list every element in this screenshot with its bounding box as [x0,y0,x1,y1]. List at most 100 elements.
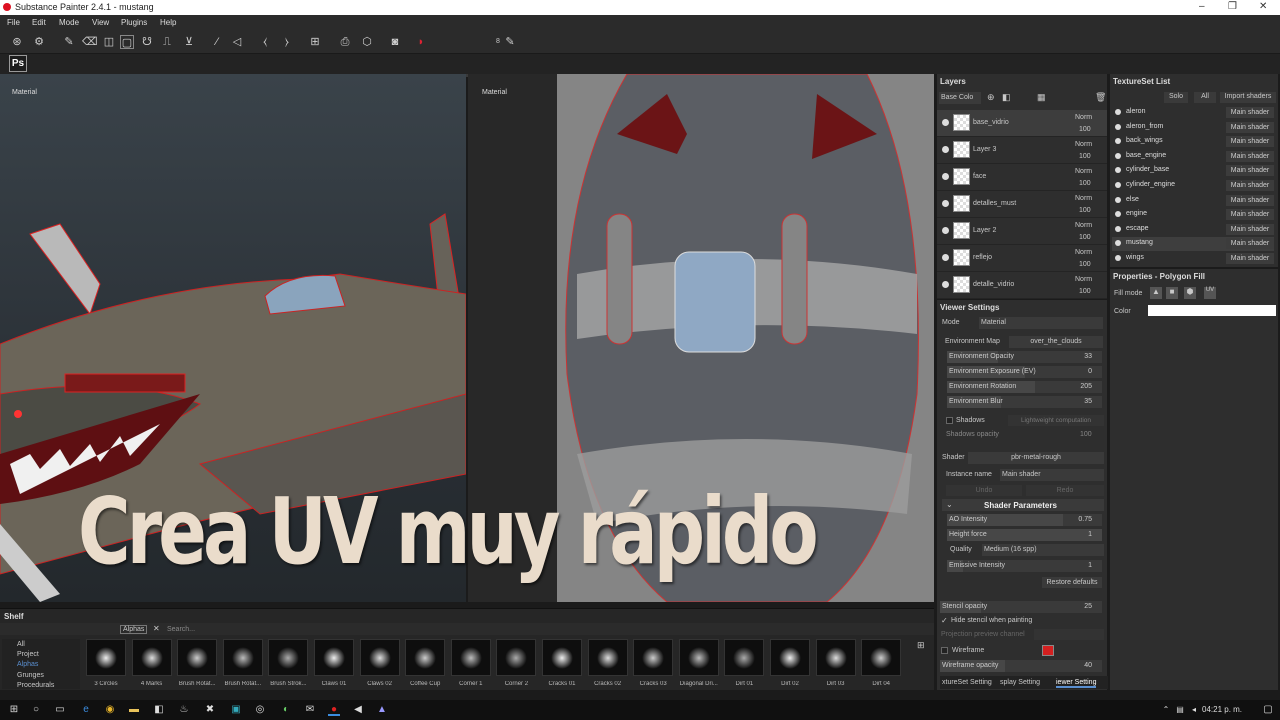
mesh-fill-icon[interactable]: ⬢ [1184,287,1196,299]
app-icon-mail[interactable]: ✉ [304,704,316,716]
category-grunges[interactable]: Grunges [17,672,44,679]
restore-defaults-button[interactable]: Restore defaults [1042,577,1102,588]
wireframe-checkbox[interactable] [941,647,948,654]
tab-textureset-settings[interactable]: xtureSet Setting [942,679,992,686]
quality-select[interactable]: Medium (16 spp) [982,544,1104,556]
category-all[interactable]: All [17,641,25,648]
app-icon-tile[interactable]: ▣ [230,704,242,716]
layer-row[interactable]: base_vidrio Norm 100 [937,110,1107,137]
brush-thumbnail[interactable] [587,639,628,676]
visibility-eye-icon[interactable] [942,281,949,288]
category-procedurals[interactable]: Procedurals [17,682,54,689]
menu-edit[interactable]: Edit [32,18,46,27]
textureset-visibility-icon[interactable] [1115,240,1121,247]
menu-view[interactable]: View [92,18,109,27]
settings-icon[interactable]: ⚙ [32,35,46,49]
category-alphas[interactable]: Alphas [17,661,38,668]
textureset-row[interactable]: wings Main shader [1112,252,1274,266]
shader-params-header[interactable]: ⌄ Shader Parameters [942,499,1104,511]
import-shaders-button[interactable]: Import shaders [1220,92,1276,103]
polygon-fill-mode-icon[interactable]: ■ [1166,287,1178,299]
app-icon-circle[interactable]: ◎ [254,704,266,716]
projection-icon[interactable]: ◫ [102,35,116,49]
wireframe-opacity-slider[interactable]: Wireframe opacity 40 [940,660,1102,672]
textureset-row[interactable]: escape Main shader [1112,223,1274,237]
mirror-x-icon[interactable]: ⧼ [258,35,272,49]
tab-display-settings[interactable]: splay Setting [1000,679,1040,686]
material-picker-icon[interactable]: ⊻ [182,35,196,49]
layer-blend[interactable]: Norm [1075,141,1092,148]
screenshot-icon[interactable]: ◙ [388,35,402,49]
hide-stencil-checkbox[interactable]: ✓ [941,616,948,625]
layer-blend[interactable]: Norm [1075,222,1092,229]
layer-opacity[interactable]: 100 [1079,261,1091,268]
textureset-visibility-icon[interactable] [1115,211,1121,218]
color-picker-icon[interactable]: ⁄ [210,35,224,49]
all-button[interactable]: All [1194,92,1216,103]
category-project[interactable]: Project [17,651,39,658]
brush-thumbnail[interactable] [268,639,309,676]
collapse-icon[interactable]: ⌄ [946,500,953,509]
textureset-shader-select[interactable]: Main shader [1226,238,1274,250]
textureset-row[interactable]: engine Main shader [1112,208,1274,222]
eraser-icon[interactable]: ⌫ [82,35,98,49]
brush-thumbnail[interactable] [633,639,674,676]
textureset-visibility-icon[interactable] [1115,196,1121,203]
mirror-y-icon[interactable]: ⧽ [280,35,294,49]
undo-button[interactable]: Undo [946,485,1022,496]
brush-thumbnail[interactable] [815,639,856,676]
tab-viewer-settings[interactable]: iewer Setting [1056,679,1097,688]
layer-opacity[interactable]: 100 [1079,126,1091,133]
brush-thumbnail[interactable] [131,639,172,676]
camera-orbit-icon[interactable]: ⊛ [10,35,24,49]
volume-app-icon[interactable]: ◀ [352,704,364,716]
env-slider[interactable]: Environment Opacity 33 [947,351,1102,363]
shadows-mode-select[interactable]: Lightweight computation [1008,415,1104,426]
brush-thumbnail[interactable] [450,639,491,676]
projection-preview-select[interactable] [1034,629,1104,640]
textureset-shader-select[interactable]: Main shader [1226,209,1274,221]
textureset-shader-select[interactable]: Main shader [1226,194,1274,206]
app-icon-green[interactable]: ◐ [280,704,292,716]
textureset-row[interactable]: mustang Main shader [1112,237,1274,252]
ao-intensity-slider[interactable]: AO Intensity 0.75 [947,514,1102,526]
layer-blend[interactable]: Norm [1075,195,1092,202]
layer-opacity[interactable]: 100 [1079,288,1091,295]
wireframe-color-swatch[interactable] [1042,645,1054,656]
textureset-row[interactable]: back_wings Main shader [1112,135,1274,149]
layer-opacity[interactable]: 100 [1079,234,1091,241]
chrome-icon[interactable]: ◉ [104,704,116,716]
textureset-shader-select[interactable]: Main shader [1226,223,1274,235]
uv-fill-icon[interactable]: UV [1204,287,1216,299]
env-slider[interactable]: Environment Blur 35 [947,396,1102,408]
channel-select[interactable]: Base Colo [939,92,981,104]
notifications-icon[interactable]: ▢ [1262,704,1274,716]
visibility-eye-icon[interactable] [942,254,949,261]
textureset-visibility-icon[interactable] [1115,255,1121,261]
layer-row[interactable]: detalle_vidrio Norm 100 [937,272,1107,299]
textureset-shader-select[interactable]: Main shader [1226,253,1274,264]
solo-button[interactable]: Solo [1164,92,1188,103]
visibility-eye-icon[interactable] [942,227,949,234]
layout-icon[interactable]: ⊞ [308,35,322,49]
folder-icon[interactable]: ▬ [128,704,140,716]
minimize-icon[interactable]: – [1199,1,1205,12]
symmetry-icon[interactable]: ◁ [230,35,244,49]
render-icon[interactable]: ◗ [414,35,428,49]
app-icon-triangle[interactable]: ▲ [376,704,388,716]
layer-blend[interactable]: Norm [1075,276,1092,283]
brush-thumbnail[interactable] [359,639,400,676]
app-icon-x[interactable]: ✖ [204,704,216,716]
steam-icon[interactable]: ♨ [178,704,190,716]
camera-icon[interactable]: ⎙ [338,35,352,49]
brush-thumbnail[interactable] [177,639,218,676]
photoshop-button[interactable]: Ps [9,55,27,72]
brush-thumbnail[interactable] [770,639,810,676]
brush-thumbnail[interactable] [314,639,354,676]
brush-thumbnail[interactable] [724,639,765,676]
textureset-shader-select[interactable]: Main shader [1226,180,1274,191]
layer-blend[interactable]: Norm [1075,249,1092,256]
textureset-row[interactable]: else Main shader [1112,194,1274,208]
brush-thumbnail[interactable] [405,639,446,676]
clear-filter-icon[interactable]: ✕ [153,624,160,633]
